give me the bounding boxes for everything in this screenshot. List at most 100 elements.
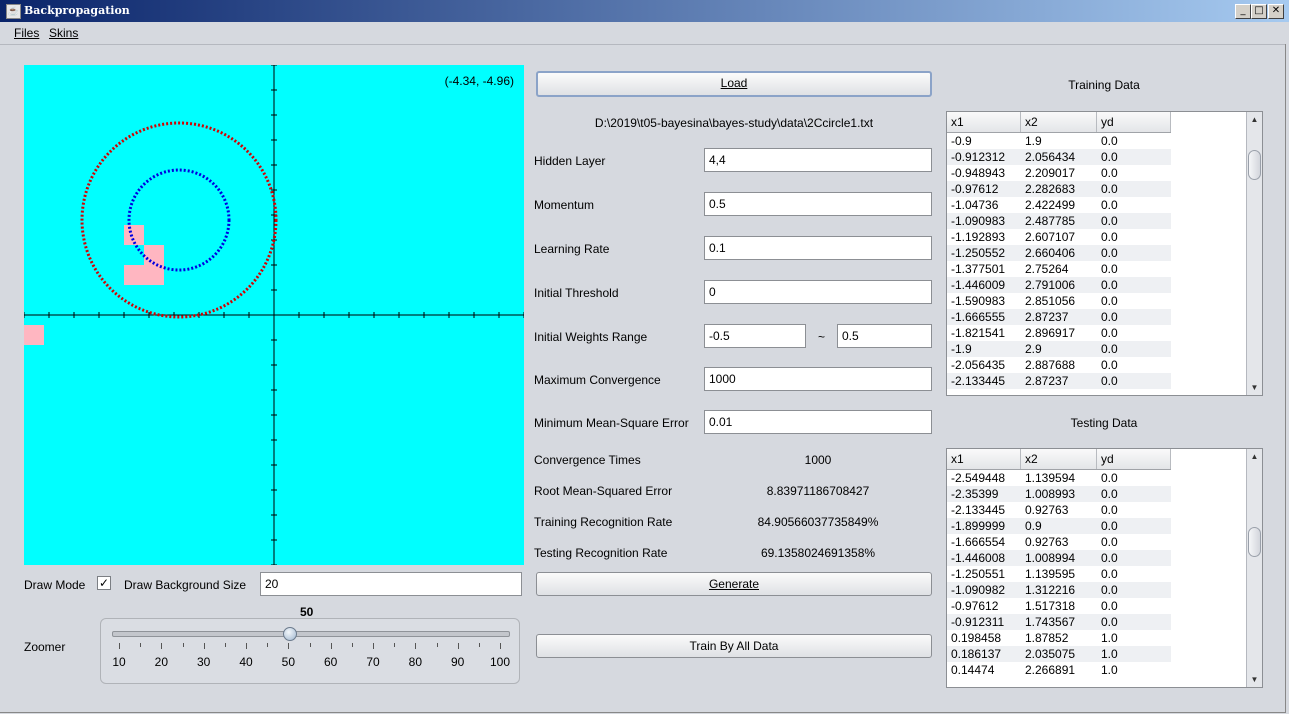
table-row[interactable]: 0.186137 2.035075 1.0 xyxy=(947,646,1171,662)
table-row[interactable]: -1.446008 1.008994 0.0 xyxy=(947,550,1171,566)
slider-tick xyxy=(267,643,269,647)
table-row[interactable]: 0.198458 1.87852 1.0 xyxy=(947,630,1171,646)
generate-button-label: Generate xyxy=(708,577,760,591)
column-header-x2[interactable]: x2 xyxy=(1021,112,1097,132)
column-header-x1[interactable]: x1 xyxy=(947,449,1021,469)
testing-table[interactable]: x1 x2 yd -2.549448 1.139594 0.0 -2.35399 1.0… xyxy=(946,448,1263,688)
table-cell-x2: 1.9 xyxy=(1025,134,1042,148)
table-row[interactable]: -1.250551 1.139595 0.0 xyxy=(947,566,1171,582)
table-cell-yd: 0.0 xyxy=(1101,471,1118,485)
table-row[interactable]: -2.056435 2.887688 0.0 xyxy=(947,357,1171,373)
table-cell-x1: -1.899999 xyxy=(951,519,1006,533)
table-cell-yd: 0.0 xyxy=(1101,310,1118,324)
table-cell-x1: -2.056435 xyxy=(951,358,1006,372)
table-row[interactable]: -1.090983 2.487785 0.0 xyxy=(947,213,1171,229)
table-cell-x2: 1.517318 xyxy=(1025,599,1076,613)
scroll-down-arrow-icon[interactable]: ▼ xyxy=(1248,381,1261,394)
table-row[interactable]: -1.899999 0.9 0.0 xyxy=(947,518,1171,534)
menu-files[interactable]: Files xyxy=(14,26,39,40)
testing-scrollbar[interactable]: ▲ ▼ xyxy=(1246,449,1262,687)
table-row[interactable]: -1.377501 2.75264 0.0 xyxy=(947,261,1171,277)
table-cell-x1: -1.04736 xyxy=(951,198,999,212)
maximize-button[interactable]: □ xyxy=(1251,4,1267,19)
table-row[interactable]: -1.192893 2.607107 0.0 xyxy=(947,229,1171,245)
table-cell-x2: 2.851056 xyxy=(1025,294,1076,308)
column-header-x2[interactable]: x2 xyxy=(1021,449,1097,469)
table-cell-yd: 0.0 xyxy=(1101,182,1118,196)
table-row[interactable]: -1.821541 2.896917 0.0 xyxy=(947,325,1171,341)
table-row[interactable]: -0.97612 1.517318 0.0 xyxy=(947,598,1171,614)
table-cell-x2: 2.056434 xyxy=(1025,150,1076,164)
table-row[interactable]: -1.446009 2.791006 0.0 xyxy=(947,277,1171,293)
scroll-thumb[interactable] xyxy=(1248,527,1261,557)
menu-skins[interactable]: Skins xyxy=(49,26,78,40)
table-cell-x1: -1.666554 xyxy=(951,535,1006,549)
table-row[interactable]: -0.912311 1.743567 0.0 xyxy=(947,614,1171,630)
minimize-button[interactable]: _ xyxy=(1235,4,1251,19)
table-cell-x1: -2.133445 xyxy=(951,374,1006,388)
train-by-all-data-button[interactable]: Train By All Data xyxy=(536,634,932,658)
region-cell xyxy=(124,225,144,245)
plot-canvas[interactable]: (-4.34, -4.96) xyxy=(24,65,524,565)
rmse-label: Root Mean-Squared Error xyxy=(534,484,673,498)
table-cell-x1: 0.186137 xyxy=(951,647,1002,661)
zoom-slider-thumb[interactable] xyxy=(283,627,297,641)
table-row[interactable]: -1.666554 0.92763 0.0 xyxy=(947,534,1171,550)
learning-rate-input[interactable]: 0.1 xyxy=(704,236,932,260)
table-cell-x2: 2.75264 xyxy=(1025,262,1069,276)
training-table[interactable]: x1 x2 yd -0.9 1.9 0.0 -0.912312 2.056434 0.0-… xyxy=(946,111,1263,396)
table-cell-yd: 1.0 xyxy=(1101,663,1118,677)
table-row[interactable]: -2.133445 2.87237 0.0 xyxy=(947,373,1171,389)
table-row[interactable]: -1.666555 2.87237 0.0 xyxy=(947,309,1171,325)
training-scrollbar[interactable]: ▲ ▼ xyxy=(1246,112,1262,395)
table-row[interactable]: -2.35399 1.008993 0.0 xyxy=(947,486,1171,502)
scroll-up-arrow-icon[interactable]: ▲ xyxy=(1248,113,1261,126)
slider-tick xyxy=(415,643,417,649)
hidden-layer-input[interactable]: 4,4 xyxy=(704,148,932,172)
table-row[interactable]: -1.590983 2.851056 0.0 xyxy=(947,293,1171,309)
table-cell-yd: 0.0 xyxy=(1101,262,1118,276)
initial-weights-label: Initial Weights Range xyxy=(534,330,648,344)
table-row[interactable]: 0.14474 2.266891 1.0 xyxy=(947,662,1171,678)
generate-button[interactable]: Generate xyxy=(536,572,932,596)
table-row[interactable]: -2.549448 1.139594 0.0 xyxy=(947,470,1171,486)
draw-mode-checkbox[interactable]: ✓ xyxy=(97,576,111,590)
table-cell-x2: 1.312216 xyxy=(1025,583,1076,597)
table-row[interactable]: -1.9 2.9 0.0 xyxy=(947,341,1171,357)
table-cell-x2: 2.487785 xyxy=(1025,214,1076,228)
scroll-up-arrow-icon[interactable]: ▲ xyxy=(1248,450,1261,463)
min-mse-input[interactable]: 0.01 xyxy=(704,410,932,434)
table-row[interactable]: -1.04736 2.422499 0.0 xyxy=(947,197,1171,213)
momentum-input[interactable]: 0.5 xyxy=(704,192,932,216)
table-row[interactable]: -0.912312 2.056434 0.0 xyxy=(947,149,1171,165)
table-row[interactable]: -0.97612 2.282683 0.0 xyxy=(947,181,1171,197)
column-header-x1[interactable]: x1 xyxy=(947,112,1021,132)
table-row[interactable]: -0.948943 2.209017 0.0 xyxy=(947,165,1171,181)
column-header-yd[interactable]: yd xyxy=(1097,449,1171,469)
table-cell-yd: 0.0 xyxy=(1101,519,1118,533)
table-cell-x1: -1.250552 xyxy=(951,246,1006,260)
table-row[interactable]: -1.250552 2.660406 0.0 xyxy=(947,245,1171,261)
scroll-thumb[interactable] xyxy=(1248,150,1261,180)
zoom-slider-track[interactable] xyxy=(112,631,510,637)
weights-min-input[interactable]: -0.5 xyxy=(704,324,806,348)
table-row[interactable]: -1.090982 1.312216 0.0 xyxy=(947,582,1171,598)
table-cell-x1: -1.192893 xyxy=(951,230,1006,244)
close-button[interactable]: ✕ xyxy=(1268,4,1284,19)
table-cell-yd: 0.0 xyxy=(1101,615,1118,629)
table-row[interactable]: -0.9 1.9 0.0 xyxy=(947,133,1171,149)
weights-max-input[interactable]: 0.5 xyxy=(837,324,932,348)
table-cell-x2: 2.87237 xyxy=(1025,374,1069,388)
initial-threshold-input[interactable]: 0 xyxy=(704,280,932,304)
axes xyxy=(24,65,524,565)
scroll-down-arrow-icon[interactable]: ▼ xyxy=(1248,673,1261,686)
rmse-value: 8.83971186708427 xyxy=(766,484,870,498)
max-convergence-input[interactable]: 1000 xyxy=(704,367,932,391)
load-button-label: Load xyxy=(720,76,748,90)
bg-size-input[interactable]: 20 xyxy=(260,572,522,596)
slider-tick xyxy=(203,643,205,649)
load-button[interactable]: Load xyxy=(536,71,932,97)
table-cell-x2: 1.008994 xyxy=(1025,551,1076,565)
table-row[interactable]: -2.133445 0.92763 0.0 xyxy=(947,502,1171,518)
column-header-yd[interactable]: yd xyxy=(1097,112,1171,132)
